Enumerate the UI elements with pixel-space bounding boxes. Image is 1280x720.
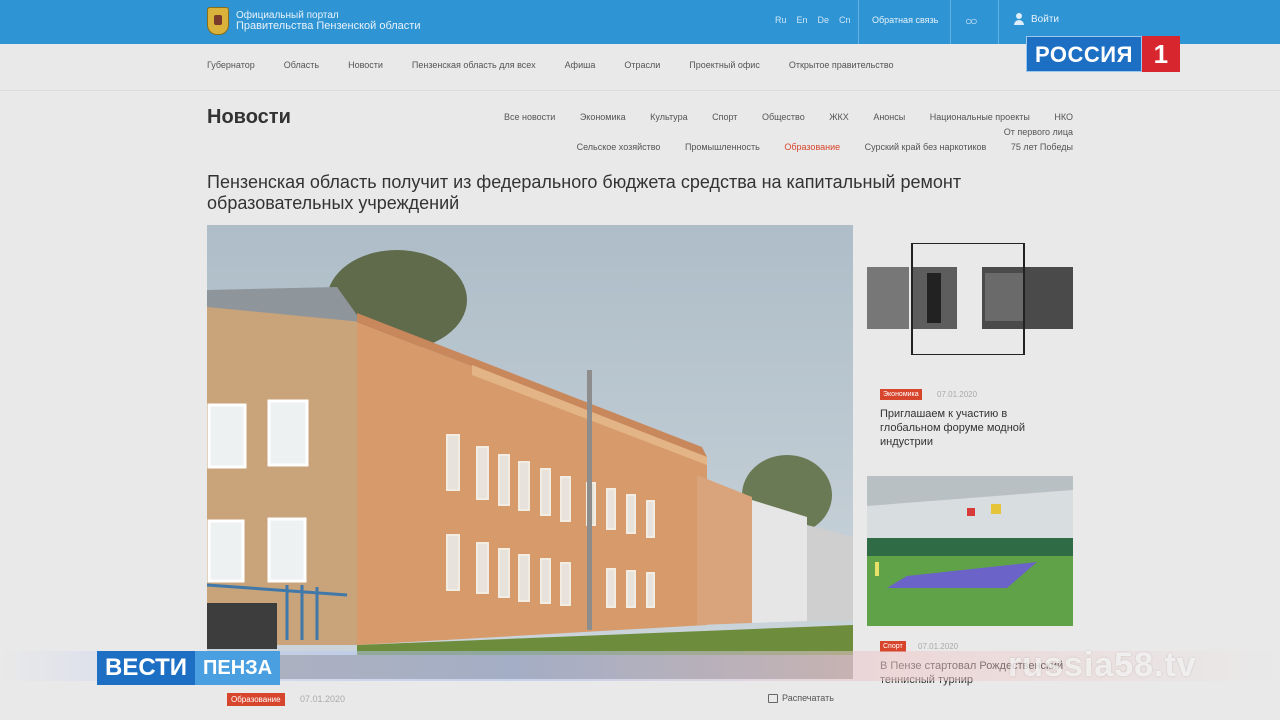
subnav-item-industry[interactable]: Промышленность xyxy=(685,140,760,155)
subnav-item-culture[interactable]: Культура xyxy=(650,110,687,125)
subnav-item-housing[interactable]: ЖКХ xyxy=(829,110,849,125)
coat-of-arms-icon[interactable] xyxy=(207,7,229,35)
divider xyxy=(998,0,999,44)
channel-logo-number: 1 xyxy=(1141,36,1180,72)
channel-logo-word: РОССИЯ xyxy=(1026,36,1142,72)
accessibility-glasses-icon[interactable]: ○○ xyxy=(965,14,977,28)
subnav-item-victory-75[interactable]: 75 лет Победы xyxy=(1011,140,1073,155)
lang-ru[interactable]: Ru xyxy=(775,15,787,25)
login-label: Войти xyxy=(1031,13,1059,25)
nav-item-region[interactable]: Область xyxy=(284,60,319,70)
nav-item-region-for-all[interactable]: Пензенская область для всех xyxy=(412,60,536,70)
subnav-item-agriculture[interactable]: Сельское хозяйство xyxy=(577,140,661,155)
article-date: 07.01.2020 xyxy=(300,694,346,704)
login-button[interactable]: Войти xyxy=(1013,13,1059,25)
printer-icon xyxy=(768,693,778,703)
subnav-item-no-drugs[interactable]: Сурский край без наркотиков xyxy=(865,140,987,155)
sidebar-1-title-link[interactable]: Приглашаем к участию в глобальном форуме… xyxy=(880,407,1070,449)
subnav-item-education[interactable]: Образование xyxy=(784,140,840,155)
vesti-logo: ВЕСТИ ПЕНЗА xyxy=(97,651,281,685)
sidebar-photo-collage[interactable] xyxy=(867,242,1073,356)
nav-item-governor[interactable]: Губернатор xyxy=(207,60,255,70)
portal-logo-text[interactable]: Официальный портал Правительства Пензенс… xyxy=(236,10,421,32)
sidebar-2-date: 07.01.2020 xyxy=(918,642,959,651)
school-building-image xyxy=(207,225,853,679)
print-label: Распечатать xyxy=(782,693,834,703)
nav-item-afisha[interactable]: Афиша xyxy=(565,60,596,70)
subnav-row-1: Все новости Экономика Культура Спорт Общ… xyxy=(393,110,1073,140)
main-nav: Губернатор Область Новости Пензенская об… xyxy=(207,60,923,70)
article-category-badge[interactable]: Образование xyxy=(227,693,285,706)
sidebar-tennis-photo[interactable] xyxy=(867,476,1073,626)
nav-item-open-government[interactable]: Открытое правительство xyxy=(789,60,894,70)
sidebar-1-date: 07.01.2020 xyxy=(937,390,978,399)
language-switcher: Ru En De Cn xyxy=(775,15,851,25)
divider xyxy=(858,0,859,44)
divider xyxy=(0,90,1280,91)
site-watermark: russia58.tv xyxy=(1008,646,1197,684)
subnav-item-announcements[interactable]: Анонсы xyxy=(873,110,905,125)
vesti-logo-word: ВЕСТИ xyxy=(97,651,195,685)
nav-item-project-office[interactable]: Проектный офис xyxy=(689,60,760,70)
nav-item-news[interactable]: Новости xyxy=(348,60,383,70)
lang-de[interactable]: De xyxy=(818,15,830,25)
nav-item-sectors[interactable]: Отрасли xyxy=(624,60,660,70)
subnav-item-nko[interactable]: НКО xyxy=(1054,110,1073,125)
subnav-item-economy[interactable]: Экономика xyxy=(580,110,626,125)
subnav-row-2: Сельское хозяйство Промышленность Образо… xyxy=(393,140,1073,155)
lang-en[interactable]: En xyxy=(797,15,808,25)
subnav-item-society[interactable]: Общество xyxy=(762,110,805,125)
subnav-item-all-news[interactable]: Все новости xyxy=(504,110,555,125)
subnav-item-national-projects[interactable]: Национальные проекты xyxy=(930,110,1030,125)
vesti-logo-city: ПЕНЗА xyxy=(194,651,281,685)
lang-cn[interactable]: Cn xyxy=(839,15,851,25)
feedback-link[interactable]: Обратная связь xyxy=(872,15,938,25)
divider xyxy=(950,0,951,44)
subnav-item-sport[interactable]: Спорт xyxy=(712,110,737,125)
user-icon xyxy=(1013,13,1025,25)
logo-line-2: Правительства Пензенской области xyxy=(236,20,421,32)
article-headline: Пензенская область получит из федерально… xyxy=(207,172,962,213)
article-photo xyxy=(207,225,853,679)
page-title: Новости xyxy=(207,106,291,128)
news-category-nav: Все новости Экономика Культура Спорт Общ… xyxy=(393,110,1073,155)
subnav-item-first-person[interactable]: От первого лица xyxy=(1004,125,1073,140)
tennis-hall-image xyxy=(867,476,1073,626)
channel-logo: РОССИЯ 1 xyxy=(1026,36,1180,72)
sidebar-1-category-badge[interactable]: Экономика xyxy=(880,389,922,400)
print-button[interactable]: Распечатать xyxy=(768,693,834,703)
collage-image xyxy=(867,242,1073,356)
